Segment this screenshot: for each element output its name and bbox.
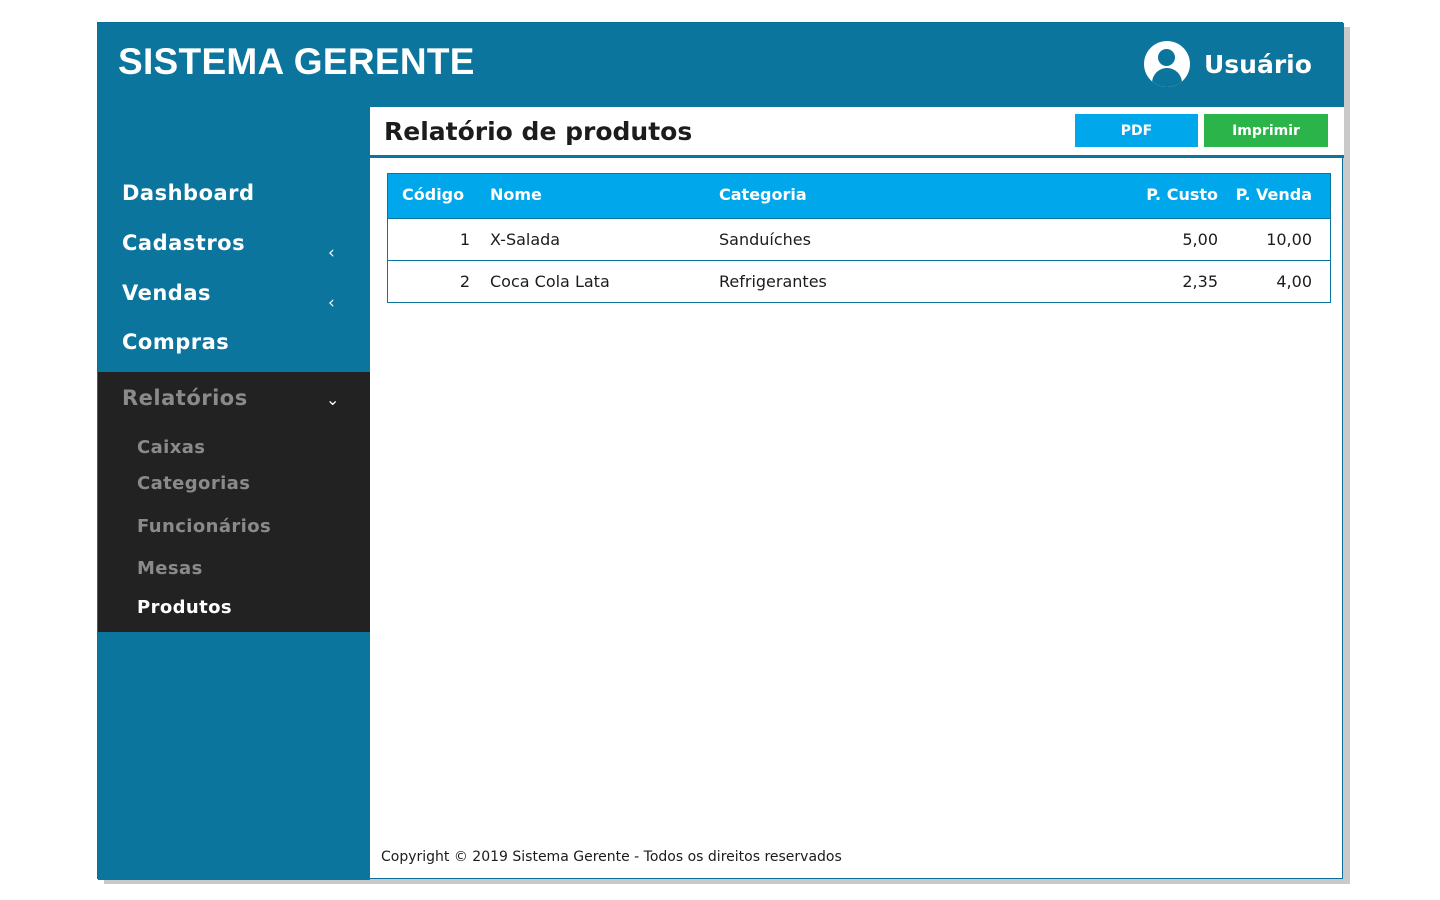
sidebar-item-compras[interactable]: Compras [122,330,229,354]
cell-codigo: 2 [459,272,470,291]
cell-categoria: Sanduíches [719,230,811,249]
cell-venda: 10,00 [1266,230,1312,249]
sidebar-subitem-mesas[interactable]: Mesas [137,558,203,579]
sidebar-submenu-relatorios: Relatórios ⌄ Caixas Categorias Funcionár… [98,372,370,632]
page-title: Relatório de produtos [384,117,693,146]
sidebar-subitem-funcionarios[interactable]: Funcionários [137,516,271,537]
table-row[interactable]: 2 Coca Cola Lata Refrigerantes 2,35 4,00 [388,260,1330,302]
cell-custo: 5,00 [1182,230,1218,249]
column-header-categoria: Categoria [719,185,807,204]
cell-custo: 2,35 [1182,272,1218,291]
column-header-codigo: Código [402,185,465,204]
column-header-custo: P. Custo [1146,185,1218,204]
chevron-down-icon[interactable]: ⌄ [326,390,339,409]
chevron-left-icon[interactable]: ‹ [328,293,335,313]
sidebar: Dashboard Cadastros ‹ Vendas ‹ Compras R… [98,107,370,880]
sidebar-subitem-produtos[interactable]: Produtos [137,597,232,618]
column-header-nome: Nome [490,185,542,204]
chevron-left-icon[interactable]: ‹ [328,243,335,263]
app-window: SISTEMA GERENTE Usuário Dashboard Cadast… [97,22,1344,880]
sidebar-subitem-categorias[interactable]: Categorias [137,473,250,494]
pdf-button[interactable]: PDF [1075,114,1198,147]
cell-codigo: 1 [459,230,470,249]
column-header-venda: P. Venda [1235,185,1312,204]
cell-nome: X-Salada [490,230,561,249]
sidebar-item-vendas[interactable]: Vendas [122,281,211,305]
user-avatar-icon[interactable] [1144,41,1190,87]
sidebar-item-relatorios[interactable]: Relatórios [122,386,248,410]
brand-title: SISTEMA GERENTE [118,41,475,82]
user-menu[interactable]: Usuário [1144,41,1312,87]
products-table: Código Nome Categoria P. Custo P. Venda … [387,173,1331,303]
top-header: SISTEMA GERENTE Usuário [98,23,1344,107]
footer-copyright: Copyright © 2019 Sistema Gerente - Todos… [381,849,842,865]
table-row[interactable]: 1 X-Salada Sanduíches 5,00 10,00 [388,219,1330,260]
cell-venda: 4,00 [1276,272,1312,291]
page-titlebar: Relatório de produtos PDF Imprimir [370,107,1344,158]
sidebar-subitem-caixas[interactable]: Caixas [137,437,205,458]
cell-nome: Coca Cola Lata [490,272,610,291]
print-button[interactable]: Imprimir [1204,114,1328,147]
sidebar-item-dashboard[interactable]: Dashboard [122,181,255,205]
user-name[interactable]: Usuário [1204,50,1312,79]
sidebar-item-cadastros[interactable]: Cadastros [122,231,245,255]
table-header: Código Nome Categoria P. Custo P. Venda [388,174,1330,219]
cell-categoria: Refrigerantes [719,272,827,291]
